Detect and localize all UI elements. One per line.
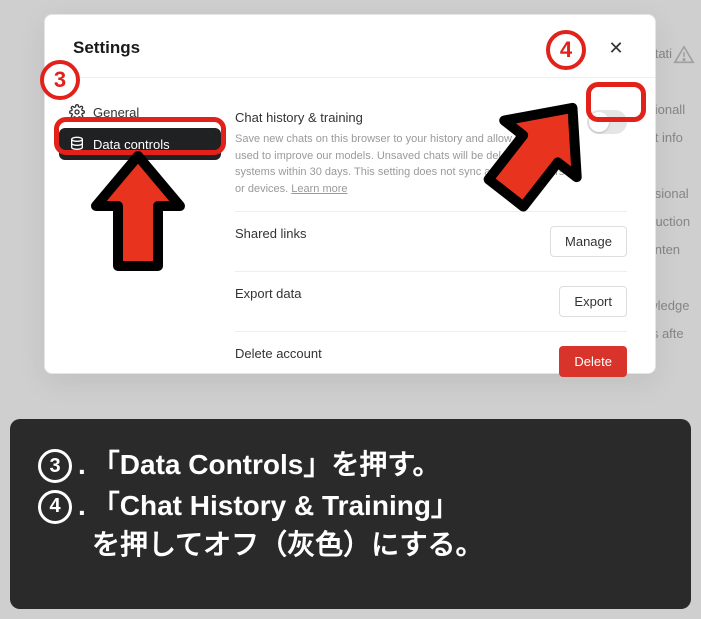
export-button[interactable]: Export (559, 286, 627, 317)
section-delete-account: Delete account Delete (235, 332, 627, 391)
chat-history-toggle[interactable] (587, 110, 627, 134)
gear-icon (69, 104, 85, 120)
chat-history-desc: Save new chats on this browser to your h… (235, 131, 567, 197)
sidebar-item-data-controls[interactable]: Data controls (59, 128, 221, 160)
sidebar-item-label: Data controls (93, 137, 170, 152)
modal-header: Settings ✕ (45, 15, 655, 78)
manage-button[interactable]: Manage (550, 226, 627, 257)
database-icon (69, 136, 85, 152)
modal-title: Settings (73, 38, 140, 58)
close-icon: ✕ (608, 38, 623, 59)
caption-line-4: 4 . 「Chat History & Training」 (38, 486, 663, 527)
section-shared-links: Shared links Manage (235, 212, 627, 272)
modal-body: General Data controls Chat history & tra… (45, 78, 655, 409)
instruction-caption: 3 . 「Data Controls」を押す。 4 . 「Chat Histor… (10, 419, 691, 609)
caption-text-3: 「Data Controls」を押す。 (92, 445, 663, 486)
export-data-title: Export data (235, 286, 539, 301)
settings-content: Chat history & training Save new chats o… (235, 78, 655, 409)
toggle-knob (589, 112, 609, 132)
delete-button[interactable]: Delete (559, 346, 627, 377)
settings-sidebar: General Data controls (45, 78, 235, 409)
caption-number-4: 4 (38, 490, 72, 524)
settings-modal: Settings ✕ General Data controls C (44, 14, 656, 374)
caption-text-4-sub: を押してオフ（灰色）にする。 (92, 526, 663, 564)
delete-account-title: Delete account (235, 346, 539, 361)
caption-number-3: 3 (38, 449, 72, 483)
learn-more-link[interactable]: Learn more (291, 183, 347, 195)
chat-history-title: Chat history & training (235, 110, 567, 125)
shared-links-title: Shared links (235, 226, 530, 241)
caption-line-3: 3 . 「Data Controls」を押す。 (38, 445, 663, 486)
section-export-data: Export data Export (235, 272, 627, 332)
close-button[interactable]: ✕ (605, 37, 627, 59)
section-chat-history: Chat history & training Save new chats o… (235, 96, 627, 212)
sidebar-item-general[interactable]: General (59, 96, 221, 128)
sidebar-item-label: General (93, 105, 139, 120)
caption-text-4: 「Chat History & Training」 (92, 486, 663, 527)
